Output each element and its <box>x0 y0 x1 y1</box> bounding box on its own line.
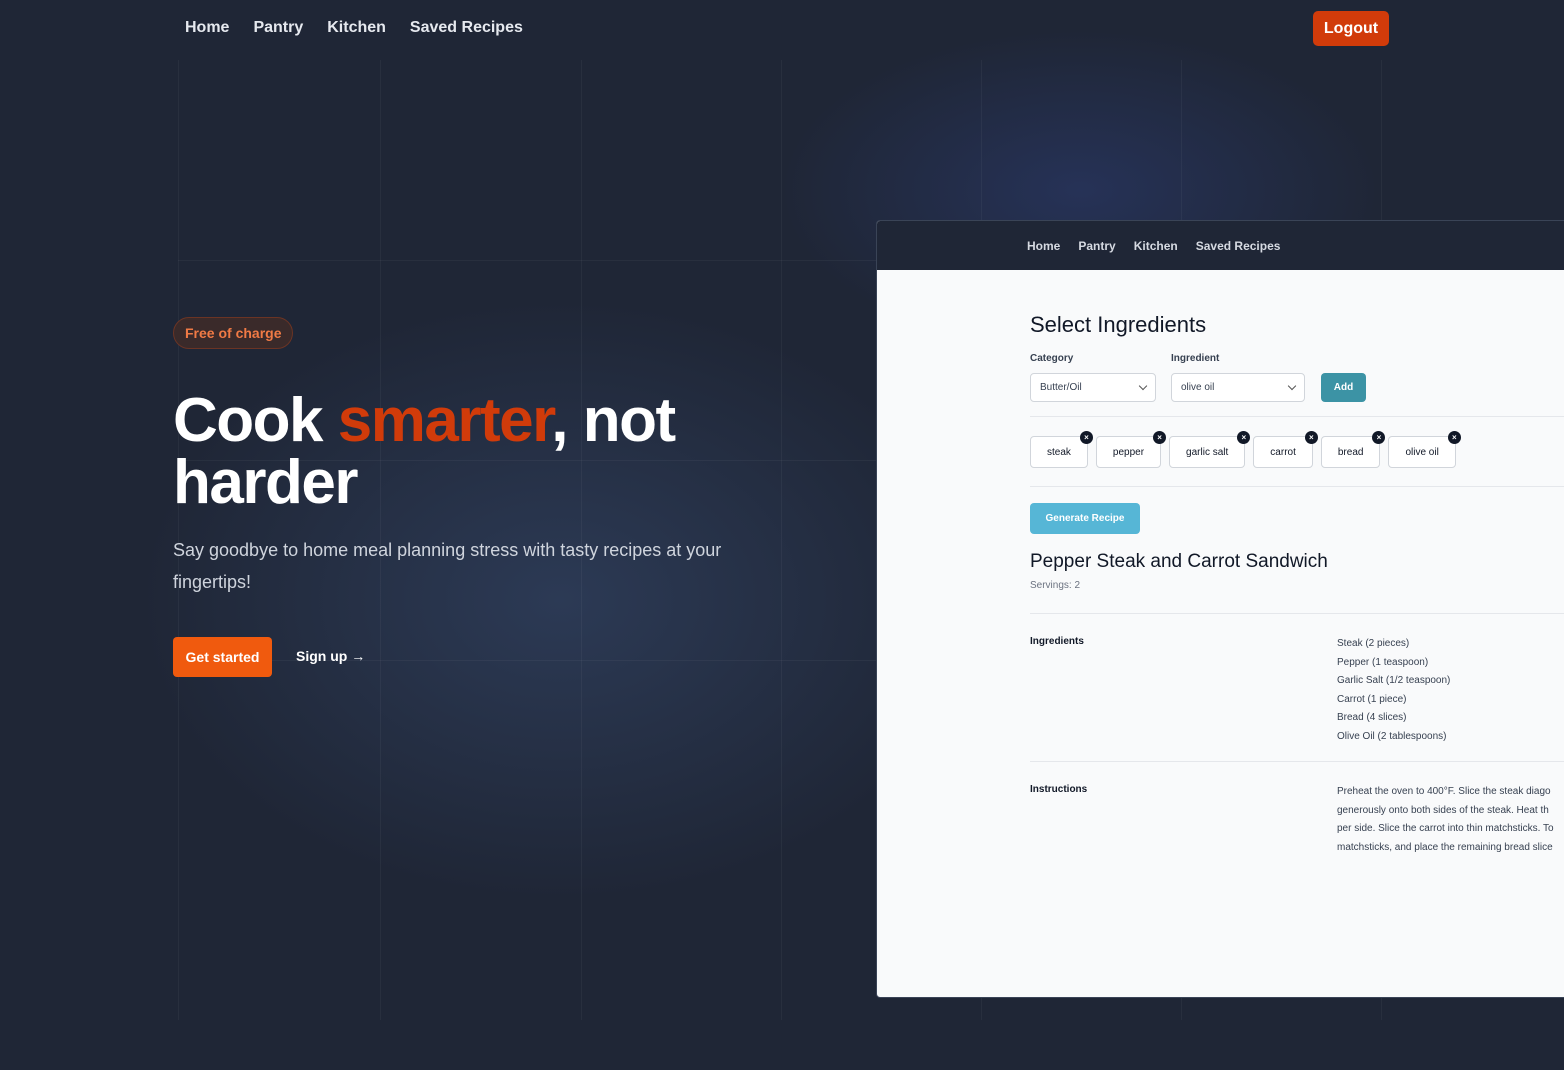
category-label: Category <box>1030 353 1074 364</box>
list-item: Steak (2 pieces) <box>1337 638 1410 649</box>
add-ingredient-button[interactable]: Add <box>1321 373 1366 402</box>
divider <box>1030 761 1564 762</box>
list-item: Garlic Salt (1/2 teaspoon) <box>1337 675 1451 686</box>
landing-page: Home Pantry Kitchen Saved Recipes Logout… <box>0 0 1564 1070</box>
recipe-servings: Servings: 2 <box>1030 580 1081 591</box>
ingredient-select[interactable]: olive oil <box>1171 373 1305 402</box>
ingredients-list: Steak (2 pieces) Pepper (1 teaspoon) Gar… <box>1337 635 1450 746</box>
close-icon[interactable]: × <box>1237 431 1251 444</box>
preview-nav-home[interactable]: Home <box>1027 239 1060 253</box>
preview-nav-pantry[interactable]: Pantry <box>1078 239 1115 253</box>
instruction-line: generously onto both sides of the steak.… <box>1337 804 1549 816</box>
chip-label: garlic salt <box>1186 446 1229 458</box>
instruction-line: per side. Slice the carrot into thin mat… <box>1337 823 1554 834</box>
instructions-heading: Instructions <box>1030 784 1088 795</box>
divider <box>1030 416 1564 417</box>
top-nav: Home Pantry Kitchen Saved Recipes Logout <box>0 0 1564 60</box>
ingredient-chip[interactable]: pepper × <box>1095 431 1167 468</box>
ingredient-select-value: olive oil <box>1181 382 1215 393</box>
chip-label: bread <box>1337 446 1364 458</box>
preview-nav-saved-recipes[interactable]: Saved Recipes <box>1196 239 1281 253</box>
close-icon[interactable]: × <box>1372 431 1386 444</box>
hero-headline: Cook smarter, not harder <box>173 390 733 514</box>
list-item: Pepper (1 teaspoon) <box>1337 656 1429 668</box>
chip-label: steak <box>1047 446 1071 458</box>
get-started-button[interactable]: Get started <box>173 637 272 677</box>
instructions-text: Preheat the oven to 400°F. Slice the ste… <box>1337 783 1564 857</box>
headline-part1: Cook <box>173 386 338 455</box>
preview-nav-kitchen[interactable]: Kitchen <box>1134 239 1178 253</box>
close-icon[interactable]: × <box>1304 431 1318 444</box>
nav-kitchen-link[interactable]: Kitchen <box>327 19 386 37</box>
chip-label: carrot <box>1270 446 1296 458</box>
instruction-line: Preheat the oven to 400°F. Slice the ste… <box>1337 786 1551 797</box>
close-icon[interactable]: × <box>1447 431 1461 444</box>
chevron-down-icon <box>1287 381 1297 391</box>
generate-recipe-button[interactable]: Generate Recipe <box>1030 503 1140 534</box>
sign-up-link[interactable]: Sign up → <box>296 648 365 664</box>
close-icon[interactable]: × <box>1153 431 1167 444</box>
category-select[interactable]: Butter/Oil <box>1030 373 1156 402</box>
ingredient-chip[interactable]: carrot × <box>1253 431 1318 468</box>
ingredient-chip[interactable]: steak × <box>1030 431 1093 468</box>
headline-accent: smarter <box>337 386 553 455</box>
nav-home-link[interactable]: Home <box>185 19 229 37</box>
list-item: Carrot (1 piece) <box>1337 693 1407 705</box>
selected-ingredients: steak × pepper × garlic salt × carrot × brea… <box>1030 431 1461 468</box>
ingredient-label: Ingredient <box>1171 353 1220 364</box>
divider <box>1030 613 1564 614</box>
divider <box>1030 486 1564 487</box>
preview-body: Select Ingredients Category Ingredient B… <box>877 270 1564 997</box>
ingredient-chip[interactable]: bread × <box>1320 431 1386 468</box>
list-item: Bread (4 slices) <box>1337 712 1407 723</box>
free-badge: Free of charge <box>173 317 294 349</box>
chevron-down-icon <box>1138 381 1148 391</box>
app-preview: Home Pantry Kitchen Saved Recipes Select… <box>876 220 1564 998</box>
chip-label: olive oil <box>1405 446 1439 458</box>
instruction-line: matchsticks, and place the remaining bre… <box>1337 841 1553 853</box>
ingredients-heading: Ingredients <box>1030 636 1084 647</box>
nav-saved-recipes-link[interactable]: Saved Recipes <box>410 19 523 37</box>
list-item: Olive Oil (2 tablespoons) <box>1337 730 1447 742</box>
select-ingredients-title: Select Ingredients <box>1030 312 1207 337</box>
nav-links: Home Pantry Kitchen Saved Recipes <box>185 19 523 37</box>
chip-label: pepper <box>1112 446 1145 458</box>
preview-nav: Home Pantry Kitchen Saved Recipes <box>877 221 1564 270</box>
hero-subtext: Say goodbye to home meal planning stress… <box>173 540 722 592</box>
ingredient-chip[interactable]: garlic salt × <box>1169 431 1251 468</box>
ingredient-chip[interactable]: olive oil × <box>1388 431 1461 468</box>
recipe-title: Pepper Steak and Carrot Sandwich <box>1030 551 1328 572</box>
nav-pantry-link[interactable]: Pantry <box>253 19 303 37</box>
category-select-value: Butter/Oil <box>1040 382 1082 393</box>
logout-button[interactable]: Logout <box>1313 11 1389 46</box>
close-icon[interactable]: × <box>1079 431 1093 444</box>
